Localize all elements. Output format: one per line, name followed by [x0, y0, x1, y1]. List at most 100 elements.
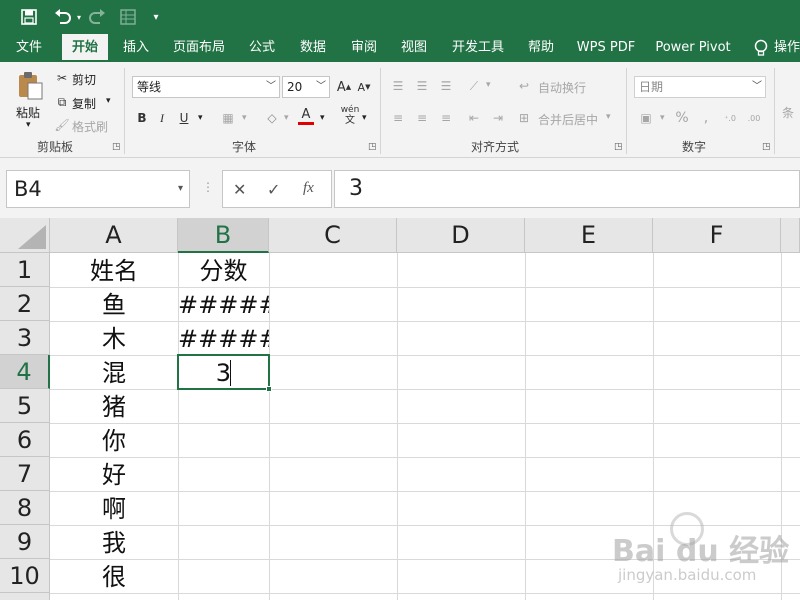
- wrap-text-icon[interactable]: ↩: [514, 76, 534, 96]
- currency-icon[interactable]: ▣: [636, 108, 656, 128]
- column-header-b[interactable]: B: [178, 218, 269, 253]
- font-name-combo[interactable]: 等线 ﹀: [132, 76, 280, 98]
- tab-review[interactable]: 审阅: [344, 34, 384, 62]
- merge-dropdown-icon[interactable]: ▾: [606, 112, 611, 122]
- comma-style-icon[interactable]: ,: [696, 108, 716, 128]
- cell-b3[interactable]: #####: [178, 322, 269, 356]
- lightbulb-icon[interactable]: [750, 34, 772, 62]
- conditional-format-button[interactable]: 条: [782, 104, 794, 121]
- cell-a1[interactable]: 姓名: [50, 254, 178, 288]
- fill-color-icon[interactable]: ◇: [262, 108, 282, 128]
- cell-a9[interactable]: 我: [50, 526, 178, 560]
- row-header-9[interactable]: 9: [0, 525, 50, 559]
- cut-button[interactable]: 剪切: [72, 71, 96, 88]
- merge-center-button[interactable]: 合并后居中: [538, 111, 598, 128]
- enter-button[interactable]: ✓: [267, 180, 280, 199]
- row-header-7[interactable]: 7: [0, 457, 50, 491]
- font-color-icon[interactable]: A: [296, 106, 316, 126]
- align-bottom-icon[interactable]: ☰: [436, 76, 456, 96]
- font-launcher-icon[interactable]: ◳: [368, 142, 377, 152]
- align-center-icon[interactable]: ≡: [412, 108, 432, 128]
- cell-a4[interactable]: 混: [50, 356, 178, 390]
- orientation-icon[interactable]: ⟋: [464, 76, 484, 96]
- save-icon[interactable]: [18, 6, 40, 28]
- paste-dropdown-icon[interactable]: ▾: [26, 120, 31, 130]
- row-header-2[interactable]: 2: [0, 287, 50, 321]
- row-header-11[interactable]: [0, 593, 50, 600]
- tab-insert[interactable]: 插入: [114, 34, 158, 62]
- currency-dropdown-icon[interactable]: ▾: [660, 113, 665, 123]
- tab-view[interactable]: 视图: [394, 34, 434, 62]
- row-header-8[interactable]: 8: [0, 491, 50, 525]
- row-header-4[interactable]: 4: [0, 355, 50, 389]
- copy-icon[interactable]: ⧉: [52, 92, 72, 112]
- cell-a5[interactable]: 猪: [50, 390, 178, 424]
- tab-power-pivot[interactable]: Power Pivot: [652, 34, 734, 62]
- tab-page-layout[interactable]: 页面布局: [168, 34, 230, 62]
- tab-help[interactable]: 帮助: [520, 34, 562, 62]
- column-header-a[interactable]: A: [50, 218, 178, 253]
- phonetic-icon[interactable]: wén 文: [340, 106, 360, 127]
- merge-center-icon[interactable]: ⊞: [514, 108, 534, 128]
- insert-function-button[interactable]: fx: [303, 180, 314, 197]
- cell-a8[interactable]: 啊: [50, 492, 178, 526]
- orientation-dropdown-icon[interactable]: ▾: [486, 80, 491, 90]
- cell-b1[interactable]: 分数: [178, 254, 269, 288]
- border-dropdown-icon[interactable]: ▾: [242, 113, 247, 123]
- cell-a3[interactable]: 木: [50, 322, 178, 356]
- bold-button[interactable]: B: [132, 108, 152, 128]
- font-size-combo[interactable]: 20 ﹀: [282, 76, 330, 98]
- customize-icon[interactable]: ▾: [148, 6, 164, 28]
- cell-b2[interactable]: #####: [178, 288, 269, 322]
- font-color-dropdown-icon[interactable]: ▾: [320, 113, 325, 123]
- tab-formulas[interactable]: 公式: [242, 34, 282, 62]
- column-header-d[interactable]: D: [397, 218, 525, 253]
- align-middle-icon[interactable]: ☰: [412, 76, 432, 96]
- underline-dropdown-icon[interactable]: ▾: [198, 113, 203, 123]
- cell-a7[interactable]: 好: [50, 458, 178, 492]
- undo-icon[interactable]: [50, 6, 76, 28]
- copy-dropdown-icon[interactable]: ▾: [106, 96, 111, 106]
- border-icon[interactable]: ▦: [218, 108, 238, 128]
- row-header-10[interactable]: 10: [0, 559, 50, 593]
- paste-button[interactable]: 粘贴: [16, 104, 40, 121]
- fill-color-dropdown-icon[interactable]: ▾: [284, 113, 289, 123]
- copy-button[interactable]: 复制: [72, 95, 96, 112]
- tab-home[interactable]: 开始: [62, 34, 108, 62]
- row-header-1[interactable]: 1: [0, 253, 50, 287]
- column-header-c[interactable]: C: [269, 218, 397, 253]
- scissors-icon[interactable]: ✂: [52, 68, 72, 88]
- italic-button[interactable]: I: [152, 108, 172, 128]
- column-header-e[interactable]: E: [525, 218, 653, 253]
- increase-indent-icon[interactable]: ⇥: [488, 108, 508, 128]
- align-right-icon[interactable]: ≡: [436, 108, 456, 128]
- cell-a6[interactable]: 你: [50, 424, 178, 458]
- row-header-5[interactable]: 5: [0, 389, 50, 423]
- undo-dropdown-icon[interactable]: ▾: [74, 6, 84, 28]
- align-top-icon[interactable]: ☰: [388, 76, 408, 96]
- percent-button[interactable]: %: [672, 108, 692, 128]
- clipboard-launcher-icon[interactable]: ◳: [112, 142, 121, 152]
- align-left-icon[interactable]: ≡: [388, 108, 408, 128]
- underline-button[interactable]: U: [174, 108, 194, 128]
- row-header-6[interactable]: 6: [0, 423, 50, 457]
- tab-data[interactable]: 数据: [292, 34, 334, 62]
- column-header-f[interactable]: F: [653, 218, 781, 253]
- cancel-button[interactable]: ✕: [233, 180, 246, 199]
- wrap-text-button[interactable]: 自动换行: [538, 79, 586, 96]
- cell-a10[interactable]: 很: [50, 560, 178, 594]
- tab-file[interactable]: 文件: [6, 34, 52, 62]
- name-box[interactable]: B4 ▾: [6, 170, 190, 208]
- grow-font-icon[interactable]: A ▲: [334, 77, 354, 97]
- column-header-g[interactable]: [781, 218, 800, 253]
- paste-icon[interactable]: [14, 70, 46, 102]
- fill-handle[interactable]: [266, 386, 272, 392]
- formula-input[interactable]: 3: [334, 170, 800, 208]
- tab-tell-me[interactable]: 操作: [774, 34, 800, 62]
- decrease-indent-icon[interactable]: ⇤: [464, 108, 484, 128]
- decrease-decimal-icon[interactable]: .00: [744, 108, 764, 128]
- row-header-3[interactable]: 3: [0, 321, 50, 355]
- select-all-button[interactable]: [0, 218, 50, 253]
- alignment-launcher-icon[interactable]: ◳: [614, 142, 623, 152]
- phonetic-dropdown-icon[interactable]: ▾: [362, 113, 367, 123]
